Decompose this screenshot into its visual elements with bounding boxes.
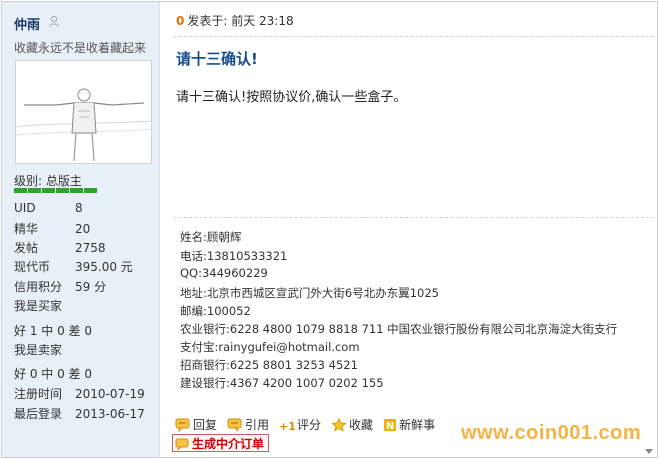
stat-row: 信用积分 59 分 — [14, 280, 107, 294]
stat-row: UID 8 — [14, 201, 83, 215]
signature-line: 姓名:顾朝辉 — [180, 230, 242, 244]
user-icon — [49, 15, 59, 27]
stat-row: 好 1 中 0 差 0 — [14, 324, 92, 338]
rate-button[interactable]: +1 评分 — [279, 416, 321, 433]
fresh-icon: N — [384, 418, 397, 432]
signature-line: 农业银行:6228 4800 1079 8818 711 中国农业银行股份有限公… — [180, 322, 618, 336]
quote-icon — [227, 418, 242, 431]
level-star — [56, 188, 69, 193]
signature-divider — [174, 217, 654, 218]
svg-text:+1: +1 — [279, 420, 295, 432]
stat-row: 好 0 中 0 差 0 — [14, 367, 92, 381]
stat-row: 注册时间 2010-07-19 — [14, 387, 145, 401]
make-order-button[interactable]: 生成中介订单 — [172, 434, 270, 452]
floor-number[interactable]: 0 — [176, 14, 184, 28]
divider — [174, 36, 654, 37]
quote-button[interactable]: 引用 — [227, 416, 269, 433]
svg-text:N: N — [386, 421, 394, 432]
post-content: 0 发表于: 前天 23:18 请十三确认! 请十三确认!按照协议价,确认一些盒子… — [161, 2, 657, 457]
author-sidebar: 仲雨 收藏永远不是收着藏起来 级别: 总版主 UID 8 精华 20 发帖 2758 … — [2, 2, 160, 457]
post-actions: 回复 引用 +1 评分 收藏 N 新鲜事 — [175, 416, 445, 433]
post-title: 请十三确认! — [176, 50, 258, 68]
signature-line: 支付宝:rainygufei@hotmail.com — [180, 340, 360, 354]
level-star — [84, 188, 97, 193]
signature-line: 建设银行:4367 4200 1007 0202 155 — [180, 376, 384, 390]
post-time: 发表于: 前天 23:18 — [187, 14, 294, 28]
stat-row: 现代币 395.00 元 — [14, 260, 133, 274]
signature-line: 电话:13810533321 — [180, 249, 288, 263]
user-level: 级别: 总版主 — [14, 174, 82, 188]
level-star — [28, 188, 41, 193]
plus-one-icon: +1 — [279, 420, 295, 432]
watermark: www.coin001.com — [461, 422, 642, 444]
reply-button[interactable]: 回复 — [175, 416, 217, 433]
avatar-image — [16, 61, 151, 163]
author-signature: 收藏永远不是收着藏起来 — [14, 41, 147, 55]
signature-line: QQ:344960229 — [180, 266, 268, 280]
scroll-down-icon[interactable] — [645, 449, 653, 454]
level-star — [14, 188, 27, 193]
favorite-button[interactable]: 收藏 — [331, 416, 373, 433]
post-header: 0 发表于: 前天 23:18 — [176, 12, 294, 29]
post-body: 请十三确认!按照协议价,确认一些盒子。 — [176, 90, 407, 105]
stat-row[interactable]: 我是买家 — [14, 297, 62, 314]
star-icon — [331, 417, 347, 432]
stat-row[interactable]: 我是卖家 — [14, 341, 62, 358]
signature-line: 地址:北京市西城区宣武门外大街6号北办东翼1025 — [180, 286, 439, 300]
stat-row: 发帖 2758 — [14, 241, 106, 255]
avatar[interactable] — [15, 60, 152, 164]
level-star — [70, 188, 83, 193]
author-name[interactable]: 仲雨 — [14, 14, 40, 33]
reply-icon — [175, 418, 190, 432]
stat-row: 最后登录 2013-06-17 — [14, 407, 145, 421]
signature-line: 邮编:100052 — [180, 304, 251, 318]
level-stars — [14, 188, 97, 193]
signature-line: 招商银行:6225 8801 3253 4521 — [180, 358, 358, 372]
order-icon — [175, 438, 189, 450]
stat-row: 精华 20 — [14, 222, 91, 236]
level-star — [42, 188, 55, 193]
fresh-news-button[interactable]: N 新鲜事 — [383, 416, 435, 433]
